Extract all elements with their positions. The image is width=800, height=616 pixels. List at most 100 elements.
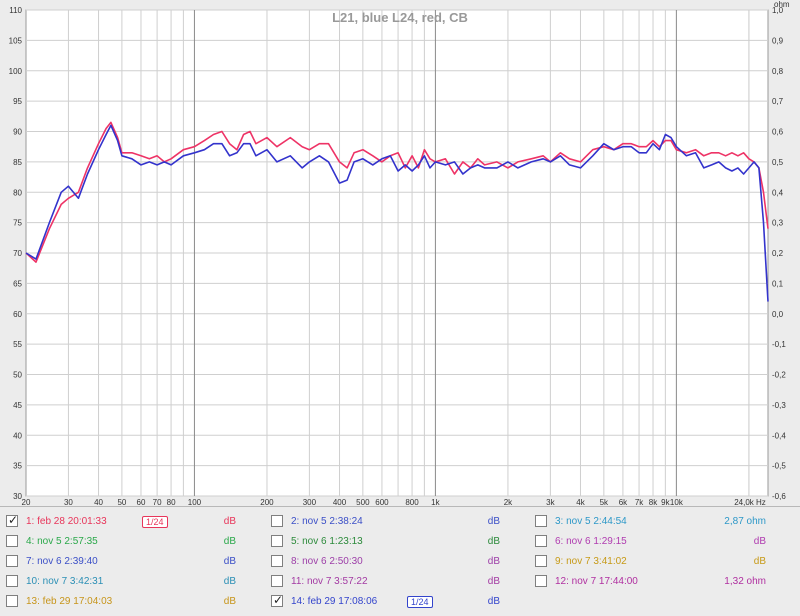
legend-checkbox[interactable] [535, 575, 547, 587]
legend-checkbox[interactable]: ✓ [6, 513, 19, 527]
legend-checkbox[interactable] [6, 555, 18, 567]
legend-item[interactable]: 9: nov 7 3:41:02 dB [535, 553, 766, 571]
legend-label: 9: nov 7 3:41:02 [555, 556, 627, 567]
legend-item[interactable]: 13: feb 29 17:04:03 dB [6, 593, 236, 611]
legend-label: 10: nov 7 3:42:31 [26, 576, 104, 587]
x-tick-label: 3k [546, 498, 555, 506]
legend-label: 6: nov 6 1:29:15 [555, 536, 627, 547]
legend-unit: dB [487, 576, 500, 587]
legend-item[interactable]: 3: nov 5 2:44:54 2,87 ohm [535, 513, 766, 531]
x-tick-label: 80 [167, 498, 176, 506]
y-tick-label: 80 [13, 188, 22, 197]
x-tick-label: 24,0k Hz [734, 498, 766, 506]
legend-unit: 2,87 ohm [724, 516, 766, 527]
y-tick-label: 70 [13, 249, 22, 258]
legend-label: 13: feb 29 17:04:03 [26, 596, 113, 607]
y-tick-label: 45 [13, 401, 22, 410]
y-tick-label: 40 [13, 431, 22, 440]
y-tick-label: 110 [9, 6, 22, 15]
legend-unit: dB [487, 516, 500, 527]
y2-tick-label: 0,4 [772, 188, 784, 197]
legend-checkbox[interactable] [6, 575, 18, 587]
legend-checkbox[interactable] [535, 555, 547, 567]
y2-tick-label: 0,3 [772, 219, 784, 228]
legend-item[interactable]: ✓ 1: feb 28 20:01:33 1/24 dB [6, 513, 236, 531]
legend-checkbox[interactable] [6, 595, 18, 607]
legend-item[interactable]: 7: nov 6 2:39:40 dB [6, 553, 236, 571]
legend-label: 5: nov 6 1:23:13 [291, 536, 363, 547]
x-tick-label: 500 [356, 498, 370, 506]
legend-item[interactable]: 10: nov 7 3:42:31 dB [6, 573, 236, 591]
x-tick-label: 800 [405, 498, 419, 506]
x-tick-label: 1k [431, 498, 440, 506]
legend-item[interactable]: 11: nov 7 3:57:22 dB [271, 573, 500, 591]
y-tick-label: 95 [13, 97, 22, 106]
y2-tick-label: -0,5 [772, 462, 786, 471]
legend-item[interactable]: ✓ 14: feb 29 17:08:06 1/24 dB [271, 593, 500, 611]
y2-tick-label: 0,5 [772, 158, 784, 167]
legend-unit: dB [753, 556, 766, 567]
x-tick-label: 7k [635, 498, 644, 506]
x-tick-label: 600 [375, 498, 389, 506]
legend-label: 1: feb 28 20:01:33 [26, 516, 107, 527]
y2-tick-label: -0,3 [772, 401, 786, 410]
y2-tick-label: -0,6 [772, 492, 786, 501]
y2-tick-label: 0,6 [772, 128, 784, 137]
legend-item[interactable]: 5: nov 6 1:23:13 dB [271, 533, 500, 551]
y-tick-label: 60 [13, 310, 22, 319]
legend-label: 14: feb 29 17:08:06 [291, 596, 378, 607]
y-tick-label: 50 [13, 371, 22, 380]
y-tick-label: 100 [9, 67, 23, 76]
legend-checkbox[interactable] [271, 535, 283, 547]
legend-checkbox[interactable]: ✓ [271, 593, 283, 607]
legend-unit: dB [223, 576, 236, 587]
legend-checkbox[interactable] [271, 555, 283, 567]
legend-label: 3: nov 5 2:44:54 [555, 516, 627, 527]
legend-checkbox[interactable] [271, 515, 283, 527]
legend-checkbox[interactable] [271, 575, 283, 587]
y2-tick-label: -0,4 [772, 431, 786, 440]
x-tick-label: 4k [576, 498, 585, 506]
legend-checkbox[interactable] [6, 535, 18, 547]
x-tick-label: 8k [649, 498, 658, 506]
y2-tick-label: 0,1 [772, 279, 784, 288]
check-icon: ✓ [8, 513, 19, 527]
x-tick-label: 30 [64, 498, 73, 506]
legend-checkbox[interactable] [535, 535, 547, 547]
y2-tick-label: 0,2 [772, 249, 784, 258]
smoothing-badge[interactable]: 1/24 [142, 516, 168, 528]
legend-unit: 1,32 ohm [724, 576, 766, 587]
y-tick-label: 55 [13, 340, 22, 349]
legend-item[interactable]: 4: nov 5 2:57:35 dB [6, 533, 236, 551]
legend-label: 11: nov 7 3:57:22 [291, 576, 368, 587]
legend-unit: dB [753, 536, 766, 547]
legend-label: 8: nov 6 2:50:30 [291, 556, 363, 567]
y-tick-label: 35 [13, 462, 22, 471]
x-tick-label: 200 [260, 498, 274, 506]
smoothing-badge[interactable]: 1/24 [407, 596, 433, 608]
x-tick-label: 40 [94, 498, 103, 506]
legend-unit: dB [223, 596, 236, 607]
legend-label: 4: nov 5 2:57:35 [26, 536, 98, 547]
legend-item[interactable]: 6: nov 6 1:29:15 dB [535, 533, 766, 551]
legend-item[interactable]: 12: nov 7 17:44:00 1,32 ohm [535, 573, 766, 591]
y-tick-label: 85 [13, 158, 22, 167]
legend-checkbox[interactable] [535, 515, 547, 527]
legend-unit: dB [487, 556, 500, 567]
legend-item[interactable]: 2: nov 5 2:38:24 dB [271, 513, 500, 531]
legend-unit: dB [487, 596, 500, 607]
chart-title: L21, blue L24, red, CB [332, 10, 468, 25]
legend-unit: dB [487, 536, 500, 547]
x-tick-label: 400 [333, 498, 347, 506]
y-tick-label: 65 [13, 279, 22, 288]
legend-label: 12: nov 7 17:44:00 [555, 576, 638, 587]
x-tick-label: 60 [137, 498, 146, 506]
y-tick-label: 75 [13, 219, 22, 228]
legend-unit: dB [223, 536, 236, 547]
y2-tick-label: 0,9 [772, 36, 784, 45]
y2-tick-label: -0,1 [772, 340, 786, 349]
y2-tick-label: -0,2 [772, 371, 786, 380]
x-tick-label: 70 [153, 498, 162, 506]
legend-item[interactable]: 8: nov 6 2:50:30 dB [271, 553, 500, 571]
y2-tick-label: 0,7 [772, 97, 784, 106]
